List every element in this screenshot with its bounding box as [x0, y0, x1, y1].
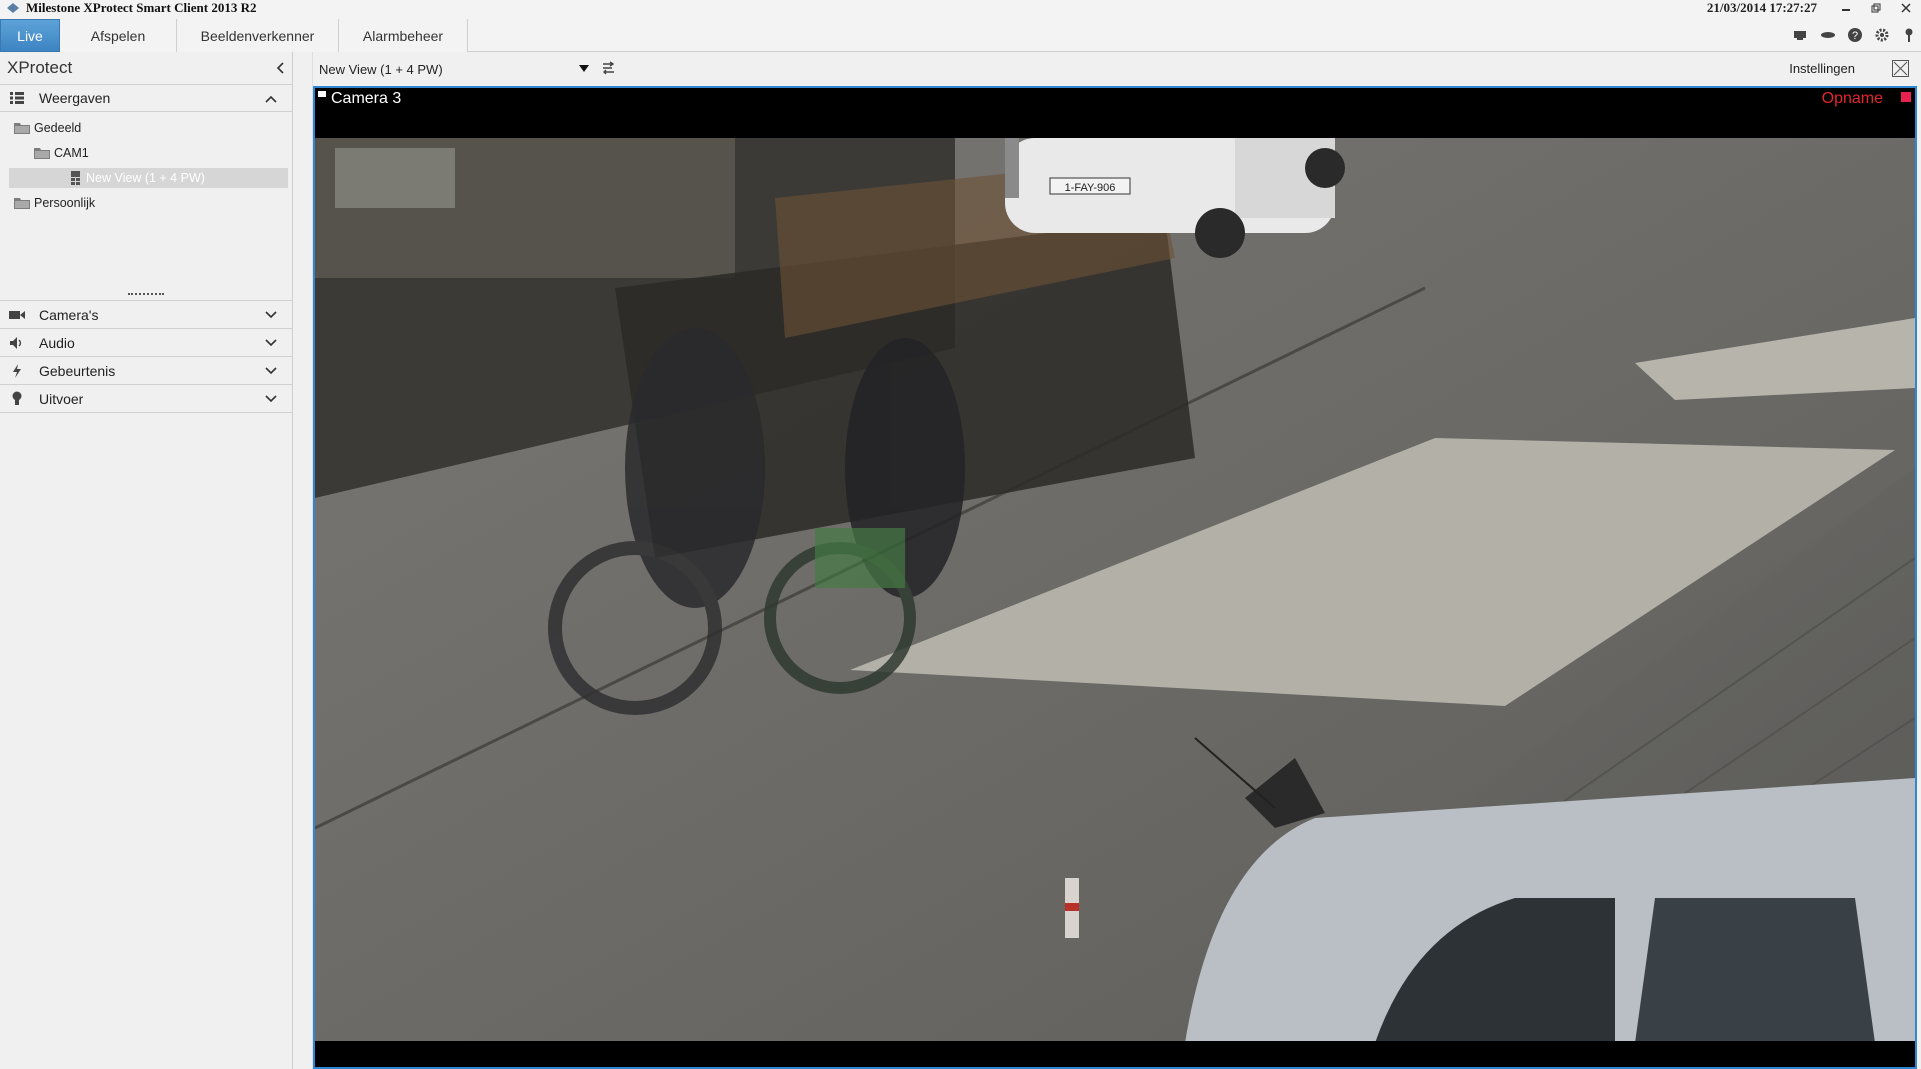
- view-toolbar: New View (1 + 4 PW) Instellingen: [313, 52, 1921, 86]
- panel-header: XProtect: [0, 52, 292, 84]
- tree-item-label: New View (1 + 4 PW): [86, 171, 205, 185]
- tab-beeldenverkenner[interactable]: Beeldenverkenner: [177, 19, 339, 52]
- tree-item-gedeeld[interactable]: Gedeeld: [14, 118, 81, 138]
- pin-icon[interactable]: [1900, 26, 1917, 43]
- help-icon[interactable]: ?: [1846, 26, 1863, 43]
- tab-beeldenverkenner-label: Beeldenverkenner: [200, 27, 315, 44]
- fullscreen-icon[interactable]: [1892, 60, 1909, 77]
- title-bar: Milestone XProtect Smart Client 2013 R2 …: [0, 0, 1921, 16]
- camera-icon: [9, 307, 25, 323]
- current-view-name[interactable]: New View (1 + 4 PW): [319, 62, 443, 77]
- section-label: Uitvoer: [39, 390, 84, 407]
- main-tab-bar: Live Afspelen Beeldenverkenner Alarmbehe…: [0, 16, 1921, 52]
- chevron-down-icon: [265, 395, 277, 403]
- tree-item-cam1[interactable]: CAM1: [34, 143, 89, 163]
- camera-video-feed[interactable]: 1-FAY-906: [315, 138, 1915, 1043]
- resize-grip[interactable]: [128, 293, 164, 296]
- license-plate-text: 1-FAY-906: [1065, 182, 1116, 194]
- section-audio[interactable]: Audio: [0, 329, 292, 357]
- recording-indicator-icon: [1901, 92, 1911, 102]
- section-label: Gebeurtenis: [39, 362, 116, 379]
- tab-live-label: Live: [17, 27, 43, 44]
- collapse-panel-icon[interactable]: [274, 61, 288, 75]
- link-icon[interactable]: [1819, 26, 1836, 43]
- folder-icon: [14, 198, 30, 209]
- tab-alarmbeheer-label: Alarmbeheer: [362, 27, 444, 44]
- tree-item-label: Gedeeld: [34, 121, 82, 135]
- window-title: Milestone XProtect Smart Client 2013 R2: [26, 0, 257, 15]
- grid-icon: [9, 90, 25, 106]
- left-panel: XProtect Weergaven Gedeeld CAM1 New View…: [0, 52, 293, 1069]
- collapsed-side-strip[interactable]: [293, 52, 313, 1069]
- chevron-up-icon: [265, 95, 277, 103]
- views-tree: Gedeeld CAM1 New View (1 + 4 PW) Persoon…: [0, 112, 292, 301]
- chevron-down-icon: [265, 339, 277, 347]
- app-logo-icon: [7, 3, 19, 13]
- close-icon: [1901, 3, 1911, 13]
- section-label: Audio: [39, 334, 75, 351]
- tree-item-persoonlijk[interactable]: Persoonlijk: [14, 193, 95, 213]
- camera-name: Camera 3: [331, 90, 402, 107]
- chevron-down-icon: [265, 311, 277, 319]
- view-dropdown-arrow-icon[interactable]: [579, 65, 589, 72]
- chevron-down-icon: [265, 367, 277, 375]
- folder-icon: [34, 148, 50, 159]
- clock: 21/03/2014 17:27:27: [1706, 0, 1817, 15]
- restore-icon: [1871, 3, 1881, 13]
- view-settings-icon[interactable]: [601, 60, 617, 76]
- views-section-header[interactable]: Weergaven: [0, 84, 292, 112]
- close-button[interactable]: [1891, 0, 1921, 16]
- views-section-label: Weergaven: [39, 90, 111, 106]
- recording-label: Opname: [1821, 90, 1883, 107]
- panel-title: XProtect: [7, 58, 73, 77]
- settings-button[interactable]: Instellingen: [1789, 61, 1855, 76]
- bulb-icon: [9, 391, 25, 407]
- section-gebeurtenis[interactable]: Gebeurtenis: [0, 357, 292, 385]
- restore-button[interactable]: [1861, 0, 1891, 16]
- svg-text:?: ?: [1851, 30, 1857, 42]
- camera-footer: [315, 1041, 1915, 1067]
- section-label: Camera's: [39, 306, 99, 323]
- tab-live[interactable]: Live: [0, 19, 60, 52]
- section-uitvoer[interactable]: Uitvoer: [0, 385, 292, 413]
- camera-flag-icon: [318, 91, 326, 97]
- speaker-icon: [9, 335, 25, 351]
- monitor-icon[interactable]: [1792, 26, 1809, 43]
- lightning-icon: [9, 363, 25, 379]
- section-cameras[interactable]: Camera's: [0, 301, 292, 329]
- tree-item-label: CAM1: [54, 146, 89, 160]
- tab-afspelen-label: Afspelen: [90, 27, 146, 44]
- tab-alarmbeheer[interactable]: Alarmbeheer: [339, 19, 468, 52]
- main-area: New View (1 + 4 PW) Instellingen Camera …: [293, 52, 1921, 1069]
- minimize-icon: [1842, 9, 1850, 11]
- camera-tile[interactable]: Camera 3 Opname 1-FAY-906: [313, 86, 1917, 1069]
- folder-icon: [14, 123, 30, 134]
- minimize-button[interactable]: [1831, 0, 1861, 16]
- tab-afspelen[interactable]: Afspelen: [60, 19, 177, 52]
- camera-video-image: 1-FAY-906: [315, 138, 1915, 1043]
- tree-item-selected-view[interactable]: New View (1 + 4 PW): [9, 168, 288, 188]
- tree-item-label: Persoonlijk: [34, 196, 96, 210]
- camera-header: Camera 3 Opname: [315, 88, 1915, 138]
- gear-icon[interactable]: [1873, 26, 1890, 43]
- view-layout-icon: [71, 171, 80, 185]
